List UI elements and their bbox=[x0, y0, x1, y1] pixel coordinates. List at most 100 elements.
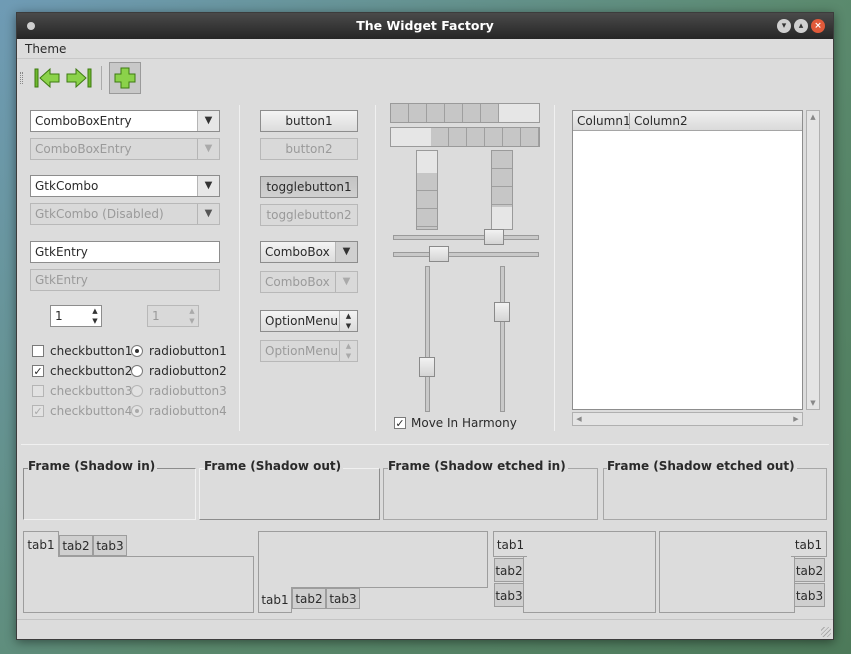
hprogress-fill bbox=[431, 128, 539, 146]
column-separator bbox=[554, 105, 555, 431]
notebook-left-panel bbox=[523, 531, 656, 613]
move-in-harmony-label[interactable]: Move In Harmony bbox=[411, 416, 517, 430]
checkbutton4-box: ✓ bbox=[32, 405, 44, 418]
checkbutton4-label: checkbutton4 bbox=[50, 404, 133, 418]
window-title: The Widget Factory bbox=[356, 18, 494, 33]
resize-grip-icon[interactable] bbox=[821, 627, 831, 637]
notebook-right-tab1[interactable]: tab1 bbox=[791, 531, 827, 557]
vprogress-fill bbox=[492, 151, 512, 207]
checkbutton1-box[interactable] bbox=[32, 345, 44, 357]
tree-header: Column1 Column2 bbox=[573, 111, 802, 131]
horizontal-separator bbox=[21, 444, 829, 445]
notebook-top-panel bbox=[23, 556, 254, 613]
gtk-combo[interactable]: GtkCombo ▼ bbox=[30, 175, 220, 197]
combobox-text[interactable]: ComboBox bbox=[265, 245, 330, 259]
checkbutton2-label[interactable]: checkbutton2 bbox=[50, 364, 132, 378]
notebook-left-tab2[interactable]: tab2 bbox=[494, 558, 524, 582]
menu-theme[interactable]: Theme bbox=[25, 42, 66, 56]
spin-button[interactable]: 1 ▲ ▼ bbox=[50, 305, 102, 327]
tree-vscrollbar[interactable]: ▲ ▼ bbox=[806, 110, 820, 410]
radiobutton3-circle bbox=[131, 385, 143, 397]
combo-box-entry-disabled: ComboBoxEntry ▼ bbox=[30, 138, 220, 160]
notebook-bottom-panel bbox=[258, 531, 488, 588]
radiobutton2-circle[interactable] bbox=[131, 365, 143, 377]
notebook-right-tab2[interactable]: tab2 bbox=[794, 558, 825, 582]
move-in-harmony-checkbox[interactable]: ✓ bbox=[394, 417, 406, 429]
vscale-1-trough[interactable] bbox=[419, 266, 435, 412]
updown-arrows-icon: ▲ ▼ bbox=[339, 341, 357, 361]
checkbutton1-label[interactable]: checkbutton1 bbox=[50, 344, 132, 358]
combo-box-entry-text[interactable]: ComboBoxEntry bbox=[35, 114, 132, 128]
go-first-button[interactable] bbox=[31, 62, 63, 94]
vscale-1-handle[interactable] bbox=[419, 357, 435, 377]
scroll-up-icon[interactable]: ▲ bbox=[807, 111, 819, 123]
scroll-right-icon[interactable]: ▶ bbox=[790, 413, 802, 425]
vprogress-fill bbox=[417, 173, 437, 229]
combobox[interactable]: ComboBox ▼ bbox=[260, 241, 358, 263]
toolbar-separator bbox=[101, 66, 102, 90]
column1-header[interactable]: Column1 bbox=[577, 114, 631, 128]
hscale-1-handle[interactable] bbox=[484, 229, 504, 245]
radiobutton1-circle[interactable] bbox=[131, 345, 143, 357]
radiobutton2-label[interactable]: radiobutton2 bbox=[149, 364, 227, 378]
notebook-top-tab1[interactable]: tab1 bbox=[23, 531, 59, 557]
updown-arrows-icon[interactable]: ▲ ▼ bbox=[339, 311, 357, 331]
title-bar[interactable]: The Widget Factory ▾ ▴ × bbox=[17, 13, 833, 39]
chevron-down-icon[interactable]: ▼ bbox=[335, 242, 357, 262]
scroll-left-icon[interactable]: ◀ bbox=[573, 413, 585, 425]
spin-arrows-icon[interactable]: ▲ ▼ bbox=[89, 306, 101, 326]
notebook-left-tab3[interactable]: tab3 bbox=[494, 583, 524, 607]
frame-shadow-in bbox=[23, 468, 196, 520]
checkbutton3-box bbox=[32, 385, 44, 397]
checkbutton3-label: checkbutton3 bbox=[50, 384, 133, 398]
vscale-2-trough[interactable] bbox=[494, 266, 510, 412]
hscale-1-trough[interactable] bbox=[393, 229, 539, 245]
notebook-right-tab3[interactable]: tab3 bbox=[794, 583, 825, 607]
maximize-icon[interactable]: ▴ bbox=[794, 19, 808, 33]
vscale-2-handle[interactable] bbox=[494, 302, 510, 322]
notebook-bottom-tab3[interactable]: tab3 bbox=[326, 588, 360, 609]
notebook-bottom-tab1[interactable]: tab1 bbox=[258, 587, 292, 613]
chevron-down-icon[interactable]: ▼ bbox=[197, 176, 219, 196]
combo-box-entry[interactable]: ComboBoxEntry ▼ bbox=[30, 110, 220, 132]
status-bar bbox=[17, 619, 833, 639]
chevron-down-icon[interactable]: ▼ bbox=[197, 111, 219, 131]
notebook-top-tab3[interactable]: tab3 bbox=[93, 535, 127, 556]
togglebutton1[interactable]: togglebutton1 bbox=[260, 176, 358, 198]
spin-button-disabled: 1 ▲ ▼ bbox=[147, 305, 199, 327]
notebook-top-tab2[interactable]: tab2 bbox=[59, 535, 93, 556]
togglebutton2: togglebutton2 bbox=[260, 204, 358, 226]
hscale-2-trough[interactable] bbox=[393, 246, 539, 262]
close-icon[interactable]: × bbox=[811, 19, 825, 33]
toolbar-grip[interactable] bbox=[20, 72, 23, 84]
tree-view[interactable]: Column1 Column2 bbox=[572, 110, 803, 410]
hscale-2-handle[interactable] bbox=[429, 246, 449, 262]
button1[interactable]: button1 bbox=[260, 110, 358, 132]
column-separator bbox=[239, 105, 240, 431]
radiobutton1-label[interactable]: radiobutton1 bbox=[149, 344, 227, 358]
menu-bar: Theme bbox=[17, 39, 833, 59]
notebook-right-panel bbox=[659, 531, 795, 613]
optionmenu[interactable]: OptionMenu ▲ ▼ bbox=[260, 310, 358, 332]
notebook-left-tab1[interactable]: tab1 bbox=[493, 531, 527, 557]
column2-header[interactable]: Column2 bbox=[634, 114, 688, 128]
column-separator bbox=[375, 105, 376, 431]
checkbutton2-box[interactable]: ✓ bbox=[32, 365, 44, 377]
optionmenu-disabled-text: OptionMenu bbox=[265, 344, 338, 358]
scroll-down-icon[interactable]: ▼ bbox=[807, 397, 819, 409]
add-button[interactable] bbox=[109, 62, 141, 94]
tree-hscrollbar[interactable]: ◀ ▶ bbox=[572, 412, 803, 426]
radio-dot-icon bbox=[135, 349, 139, 353]
radiobutton4-circle bbox=[131, 405, 143, 417]
optionmenu-text[interactable]: OptionMenu bbox=[265, 314, 338, 328]
radiobutton4-label: radiobutton4 bbox=[149, 404, 227, 418]
spin-button-value[interactable]: 1 bbox=[55, 309, 63, 323]
go-last-button[interactable] bbox=[63, 62, 95, 94]
minimize-icon[interactable]: ▾ bbox=[777, 19, 791, 33]
gtk-combo-text[interactable]: GtkCombo bbox=[35, 179, 98, 193]
notebook-bottom-tab2[interactable]: tab2 bbox=[292, 588, 326, 609]
gtk-entry[interactable]: GtkEntry bbox=[30, 241, 220, 263]
toolbar bbox=[17, 60, 833, 96]
spin-arrows-icon: ▲ ▼ bbox=[189, 307, 195, 325]
frame-shadow-etched-in bbox=[383, 468, 598, 520]
